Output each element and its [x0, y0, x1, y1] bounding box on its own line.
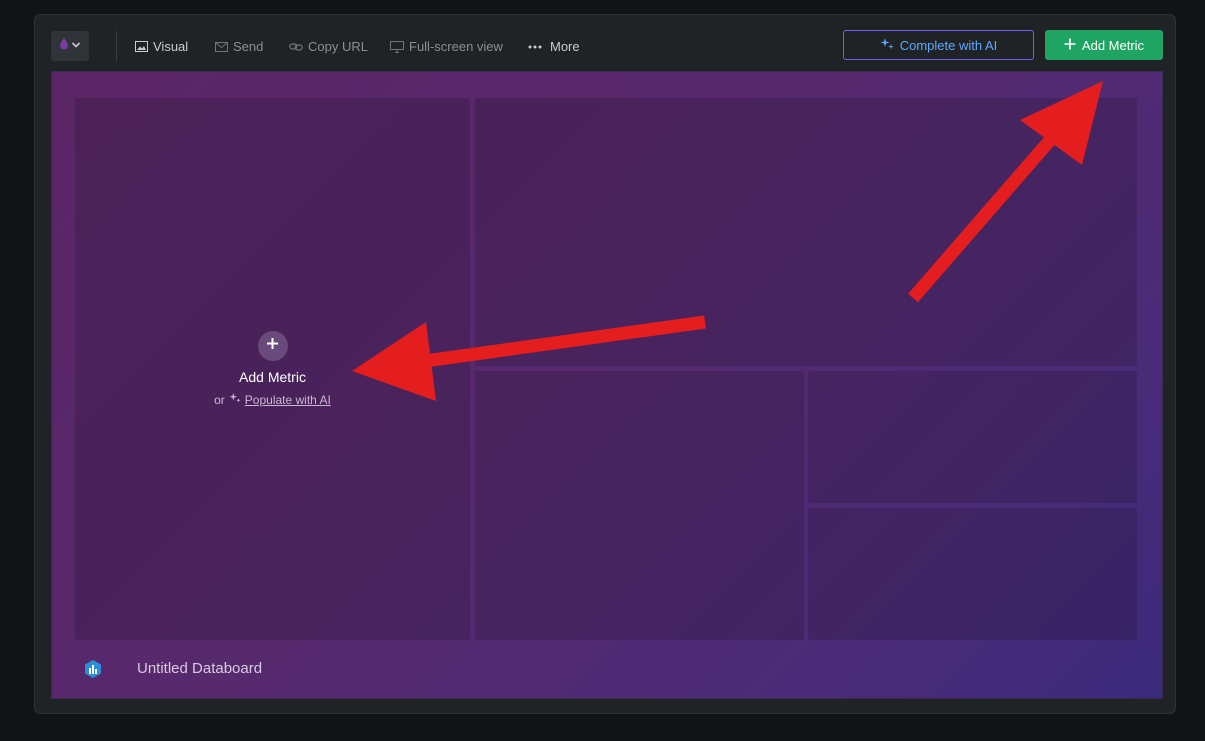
- add-metric-button[interactable]: Add Metric: [1045, 30, 1163, 60]
- complete-with-ai-label: Complete with AI: [899, 37, 998, 53]
- metric-slot-small-bottom[interactable]: [808, 508, 1137, 640]
- databoard-canvas: Add Metric or Populate with AI Untitled …: [51, 71, 1163, 699]
- send-label: Send: [233, 39, 264, 54]
- or-label: or: [214, 392, 225, 407]
- fullscreen-label: Full-screen view: [409, 39, 503, 54]
- sparkles-icon: [229, 392, 241, 407]
- metric-slot-top-right[interactable]: [475, 98, 1137, 366]
- more-label: More: [550, 39, 580, 54]
- metric-slot-large[interactable]: Add Metric or Populate with AI: [75, 98, 470, 640]
- populate-with-ai-link[interactable]: Populate with AI: [245, 393, 331, 407]
- complete-with-ai-button[interactable]: Complete with AI: [843, 30, 1034, 60]
- visual-label: Visual: [153, 39, 189, 54]
- toolbar: Visual Send Copy URL Full-screen view Mo…: [35, 15, 1175, 71]
- copy-url-button[interactable]: Copy URL: [289, 39, 368, 54]
- plus-icon: [266, 337, 279, 355]
- fullscreen-button[interactable]: Full-screen view: [390, 39, 503, 54]
- plus-icon: [1064, 38, 1076, 53]
- ellipsis-icon: [528, 45, 542, 49]
- slot-add-metric-label[interactable]: Add Metric: [239, 369, 306, 385]
- more-button[interactable]: More: [528, 39, 580, 54]
- metric-slot-small-top[interactable]: [808, 371, 1137, 503]
- envelope-icon: [215, 41, 228, 52]
- send-button[interactable]: Send: [215, 39, 263, 54]
- add-metric-circle-button[interactable]: [257, 331, 288, 361]
- databox-logo-icon: [83, 659, 103, 679]
- populate-with-ai-row: or Populate with AI: [214, 392, 331, 407]
- visual-button[interactable]: Visual: [135, 39, 188, 54]
- copy-url-label: Copy URL: [308, 39, 368, 54]
- image-icon: [135, 41, 148, 52]
- chevron-down-icon: [71, 37, 81, 55]
- add-metric-label: Add Metric: [1081, 37, 1145, 53]
- droplet-icon: [59, 37, 69, 55]
- sparkles-icon: [880, 37, 894, 54]
- metric-slot-bottom-middle[interactable]: [475, 371, 804, 640]
- theme-color-button[interactable]: [51, 31, 89, 61]
- toolbar-divider: [116, 31, 117, 61]
- empty-slot-prompt: Add Metric or Populate with AI: [75, 331, 470, 407]
- databoard-window: Visual Send Copy URL Full-screen view Mo…: [34, 14, 1176, 714]
- link-icon: [289, 42, 303, 52]
- databoard-title[interactable]: Untitled Databoard: [137, 660, 262, 677]
- monitor-icon: [390, 40, 404, 53]
